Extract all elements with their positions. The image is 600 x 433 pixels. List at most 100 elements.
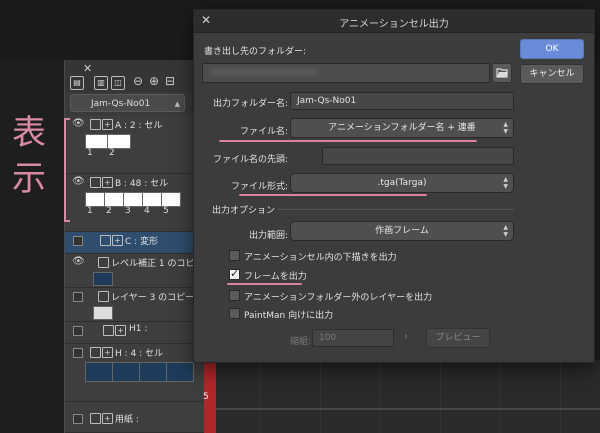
cel-thumb[interactable]: [85, 134, 109, 149]
folder-icon: [103, 325, 114, 336]
file-name-value: アニメーションフォルダー名 + 連番: [328, 123, 476, 133]
plus-icon: +: [112, 235, 123, 246]
annotation-bracket: [64, 118, 70, 222]
file-format-value: .tga(Targa): [377, 178, 427, 188]
layer-row-layer3-copy[interactable]: レイヤー 3 のコピー 2: [65, 288, 205, 322]
layer-label: A : 2 : セル: [115, 121, 163, 131]
camera-icon: [100, 235, 111, 246]
layer-thumbnail: [93, 272, 113, 286]
option-checkbox-paintman[interactable]: [229, 308, 240, 319]
option-checkbox-outside-layers[interactable]: [229, 290, 240, 301]
cel-settings-icon[interactable]: ◫: [111, 76, 125, 90]
track-select[interactable]: Jam-Qs-No01 ▲▼: [70, 94, 185, 126]
cel-number: 4: [144, 206, 150, 216]
browse-folder-button[interactable]: [492, 63, 512, 83]
layer-thumb-icon: [90, 177, 101, 188]
layer-row-h[interactable]: + H : 4 : セル: [65, 344, 205, 402]
visibility-checkbox[interactable]: [73, 348, 83, 358]
cel-thumb[interactable]: [161, 192, 181, 207]
timeline-gridline: [380, 360, 381, 433]
file-name-prefix-label: ファイル名の先頭:: [212, 155, 288, 165]
visibility-checkbox[interactable]: [73, 236, 83, 246]
layer-thumbnail: [93, 306, 113, 320]
zoom-out-icon[interactable]: ⊖: [133, 74, 143, 88]
cel-thumb[interactable]: [166, 362, 194, 382]
cel-number: 1: [87, 148, 93, 158]
output-folder-name-label: 出力フォルダー名:: [212, 99, 288, 109]
visibility-checkbox[interactable]: [73, 326, 83, 336]
option-label-draft: アニメーションセル内の下描きを出力: [244, 253, 397, 263]
visibility-checkbox[interactable]: [73, 292, 83, 302]
output-options-heading: 出力オプション: [212, 206, 276, 216]
track-name: Jam-Qs-No01: [91, 99, 151, 109]
layer-label: H : 4 : セル: [115, 349, 164, 359]
cel-thumb[interactable]: [123, 192, 143, 207]
zoom-in-icon[interactable]: ⊕: [149, 74, 159, 88]
plus-icon: +: [102, 347, 113, 358]
option-label-paintman: PaintMan 向けに出力: [244, 311, 334, 321]
export-animation-cel-dialog: ✕ アニメーションセル出力 書き出し先のフォルダー: OK キャンセル 出力フォ…: [193, 9, 595, 363]
layer-thumb-icon: [90, 347, 101, 358]
chevron-right-icon[interactable]: ›: [404, 331, 408, 342]
output-folder-name-input[interactable]: Jam-Qs-No01: [290, 92, 514, 110]
option-checkbox-draft[interactable]: [229, 250, 240, 261]
scale-label: 縮組:: [290, 337, 312, 347]
new-cel-icon[interactable]: ▥: [94, 76, 108, 90]
cel-thumb[interactable]: [139, 362, 167, 382]
layer-row-b[interactable]: 👁 + B : 48 : セル 1 2 3 4 5: [65, 174, 205, 232]
cel-thumb[interactable]: [142, 192, 162, 207]
ok-button[interactable]: OK: [520, 39, 584, 59]
layer-row-c[interactable]: + C : 変形: [65, 232, 205, 254]
layer-thumb-icon: [90, 119, 101, 130]
chevron-updown-icon: ▲▼: [503, 176, 508, 190]
fit-icon[interactable]: ⊟: [165, 74, 175, 88]
eye-icon[interactable]: 👁: [72, 118, 85, 129]
layer-row-level-copy[interactable]: 👁 レベル補正 1 のコピー: [65, 254, 205, 288]
dialog-title: アニメーションセル出力: [339, 19, 449, 30]
cel-thumb[interactable]: [85, 192, 105, 207]
file-name-select[interactable]: アニメーションフォルダー名 + 連番 ▲ ▼: [290, 118, 514, 138]
output-range-label: 出力範囲:: [248, 231, 288, 241]
cel-thumb[interactable]: [112, 362, 140, 382]
cancel-button[interactable]: キャンセル: [520, 64, 584, 84]
layer-label: C : 変形: [125, 237, 159, 247]
plus-icon: +: [102, 413, 113, 424]
option-checkbox-frame[interactable]: [229, 267, 240, 280]
cel-thumb[interactable]: [107, 134, 131, 149]
cel-number: 2: [106, 206, 112, 216]
layer-row-h1[interactable]: + H1 :: [65, 322, 205, 344]
cel-thumb[interactable]: [85, 362, 113, 382]
preview-button[interactable]: プレビュー: [426, 328, 490, 348]
layer-label: 用紙 :: [115, 415, 139, 425]
cel-number: 5: [163, 206, 169, 216]
highlight-underline: [227, 283, 302, 285]
visibility-checkbox[interactable]: [73, 414, 83, 424]
cel-thumb[interactable]: [104, 192, 124, 207]
plus-icon: +: [102, 119, 113, 130]
option-label-outside-layers: アニメーションフォルダー外のレイヤーを出力: [244, 293, 433, 303]
panel-close-icon[interactable]: ✕: [83, 62, 92, 75]
export-folder-path[interactable]: [202, 63, 490, 83]
panel-toolbar: ✕ ▤ ▥ ◫ ⊖ ⊕ ⊟: [65, 60, 205, 92]
eye-icon[interactable]: 👁: [72, 176, 85, 187]
cel-number: 1: [87, 206, 93, 216]
layer-row-a[interactable]: 👁 + A : 2 : セル 1 2: [65, 116, 205, 174]
export-folder-label: 書き出し先のフォルダー:: [204, 47, 307, 57]
scale-input[interactable]: 100: [312, 329, 394, 347]
plus-icon: +: [115, 325, 126, 336]
layer-label: レイヤー 3 のコピー 2: [111, 293, 203, 303]
layer-settings-icon[interactable]: ▤: [70, 76, 84, 90]
paper-icon: [90, 413, 101, 424]
cel-number: 2: [109, 148, 115, 158]
eye-icon[interactable]: 👁: [72, 256, 85, 267]
file-format-select[interactable]: .tga(Targa) ▲ ▼: [290, 173, 514, 193]
layer-label: レベル補正 1 のコピー: [111, 259, 204, 269]
highlight-underline: [239, 194, 427, 196]
timeline-area[interactable]: [204, 360, 600, 433]
layer-row-paper[interactable]: + 用紙 :: [65, 402, 205, 433]
layer-label: B : 48 : セル: [115, 179, 169, 189]
redacted-path: [209, 68, 319, 76]
output-range-select[interactable]: 作画フレーム ▲ ▼: [290, 221, 514, 241]
file-name-prefix-input[interactable]: [322, 147, 514, 165]
frame-number: 5: [203, 392, 209, 402]
